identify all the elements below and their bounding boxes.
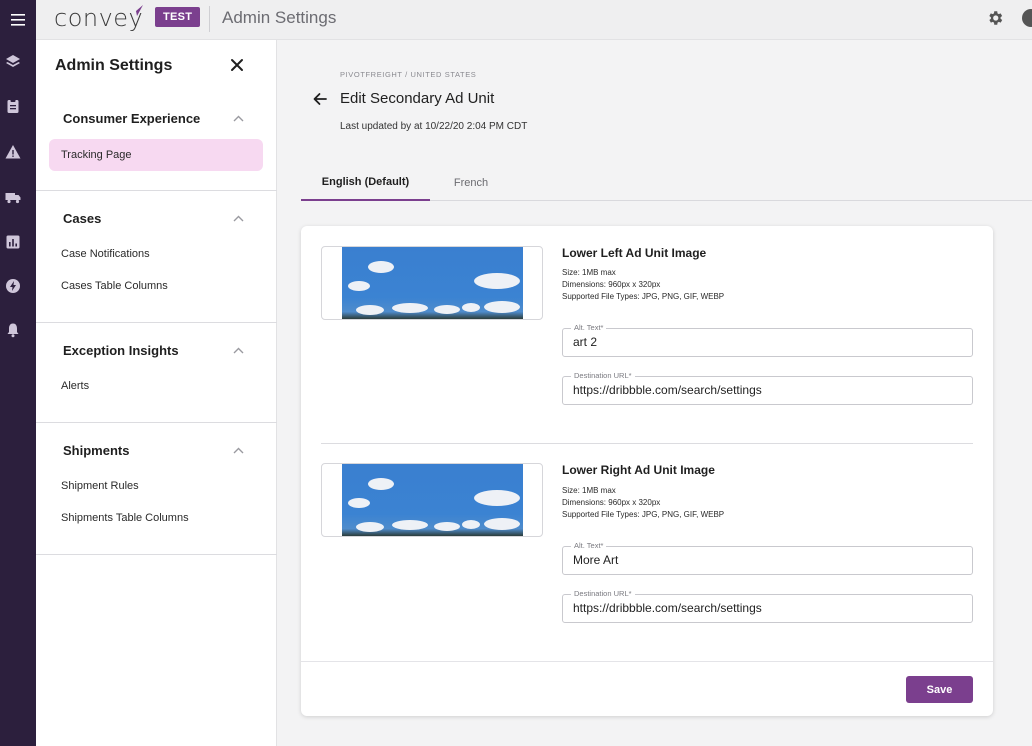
chevron-up-icon[interactable] (233, 115, 244, 122)
tab-english[interactable]: English (Default) (301, 165, 430, 201)
close-icon[interactable] (230, 58, 244, 72)
sidebar-item-tracking-page[interactable]: Tracking Page (49, 139, 263, 171)
ad-size: Size: 1MB max (562, 268, 616, 277)
alt-text-input[interactable] (573, 553, 963, 567)
top-bar: convey TEST Admin Settings (0, 0, 1032, 40)
section-exception-insights: Exception Insights Alerts (36, 323, 277, 423)
section-shipments: Shipments Shipment Rules Shipments Table… (36, 423, 277, 555)
ad-image-thumbnail[interactable] (321, 246, 543, 320)
ad-file-types: Supported File Types: JPG, PNG, GIF, WEB… (562, 510, 725, 519)
last-updated: Last updated by at 10/22/20 2:04 PM CDT (340, 121, 528, 132)
breadcrumb[interactable]: PIVOTFREIGHT / UNITED STATES (340, 70, 476, 79)
section-heading[interactable]: Consumer Experience (63, 111, 200, 126)
ad-dimensions: Dimensions: 960px x 320px (562, 498, 661, 507)
clipboard-icon[interactable] (5, 98, 21, 114)
sidebar-item-shipments-table-columns[interactable]: Shipments Table Columns (49, 502, 263, 534)
truck-icon[interactable] (5, 189, 21, 205)
logo-mark-icon (129, 5, 143, 17)
ad-unit-lower-left: Lower Left Ad Unit Image Size: 1MB max D… (301, 226, 993, 443)
sidebar-item-shipment-rules[interactable]: Shipment Rules (49, 470, 263, 502)
bell-icon[interactable] (5, 322, 21, 338)
left-rail (0, 40, 36, 746)
section-cases: Cases Case Notifications Cases Table Col… (36, 191, 277, 323)
tab-french[interactable]: French (430, 165, 512, 201)
alt-text-field: Alt. Text* (562, 323, 973, 357)
ad-dimensions: Dimensions: 960px x 320px (562, 280, 661, 289)
ad-size: Size: 1MB max (562, 486, 616, 495)
settings-panel: Admin Settings Consumer Experience Track… (36, 40, 277, 746)
top-divider (209, 6, 210, 32)
field-label: Alt. Text* (571, 541, 607, 550)
env-badge: TEST (155, 7, 201, 27)
chevron-up-icon[interactable] (233, 447, 244, 454)
sidebar-item-cases-table-columns[interactable]: Cases Table Columns (49, 270, 263, 302)
warning-icon[interactable] (5, 144, 21, 160)
ad-units-card: Lower Left Ad Unit Image Size: 1MB max D… (301, 226, 993, 716)
sidebar-item-case-notifications[interactable]: Case Notifications (49, 238, 263, 270)
bar-chart-icon[interactable] (5, 234, 21, 250)
back-arrow-icon[interactable] (312, 91, 328, 107)
language-tabs: English (Default) French (301, 165, 1032, 201)
top-title: Admin Settings (222, 8, 337, 27)
ad-image (342, 464, 523, 536)
alt-text-field: Alt. Text* (562, 541, 973, 575)
section-consumer-experience: Consumer Experience Tracking Page (36, 96, 277, 191)
panel-title: Admin Settings (55, 57, 173, 74)
ad-file-types: Supported File Types: JPG, PNG, GIF, WEB… (562, 292, 725, 301)
alt-text-input[interactable] (573, 335, 963, 349)
ad-title: Lower Left Ad Unit Image (562, 246, 707, 260)
destination-url-input[interactable] (573, 601, 963, 615)
ad-title: Lower Right Ad Unit Image (562, 463, 715, 477)
save-button[interactable]: Save (906, 676, 973, 703)
help-icon[interactable] (1022, 9, 1032, 27)
card-footer-divider (301, 661, 993, 662)
page-title: Edit Secondary Ad Unit (340, 90, 495, 107)
destination-url-input[interactable] (573, 383, 963, 397)
ad-unit-lower-right: Lower Right Ad Unit Image Size: 1MB max … (301, 443, 993, 661)
layers-icon[interactable] (5, 54, 21, 70)
sidebar-item-alerts[interactable]: Alerts (49, 370, 263, 402)
section-heading[interactable]: Exception Insights (63, 343, 179, 358)
chevron-up-icon[interactable] (233, 347, 244, 354)
menu-icon[interactable] (0, 0, 36, 40)
destination-url-field: Destination URL* (562, 589, 973, 623)
bolt-icon[interactable] (5, 278, 21, 294)
ad-image (342, 247, 523, 319)
section-heading[interactable]: Cases (63, 211, 101, 226)
field-label: Destination URL* (571, 589, 635, 598)
gear-icon[interactable] (986, 9, 1004, 27)
field-label: Destination URL* (571, 371, 635, 380)
destination-url-field: Destination URL* (562, 371, 973, 405)
field-label: Alt. Text* (571, 323, 607, 332)
ad-image-thumbnail[interactable] (321, 463, 543, 537)
section-heading[interactable]: Shipments (63, 443, 129, 458)
chevron-up-icon[interactable] (233, 215, 244, 222)
